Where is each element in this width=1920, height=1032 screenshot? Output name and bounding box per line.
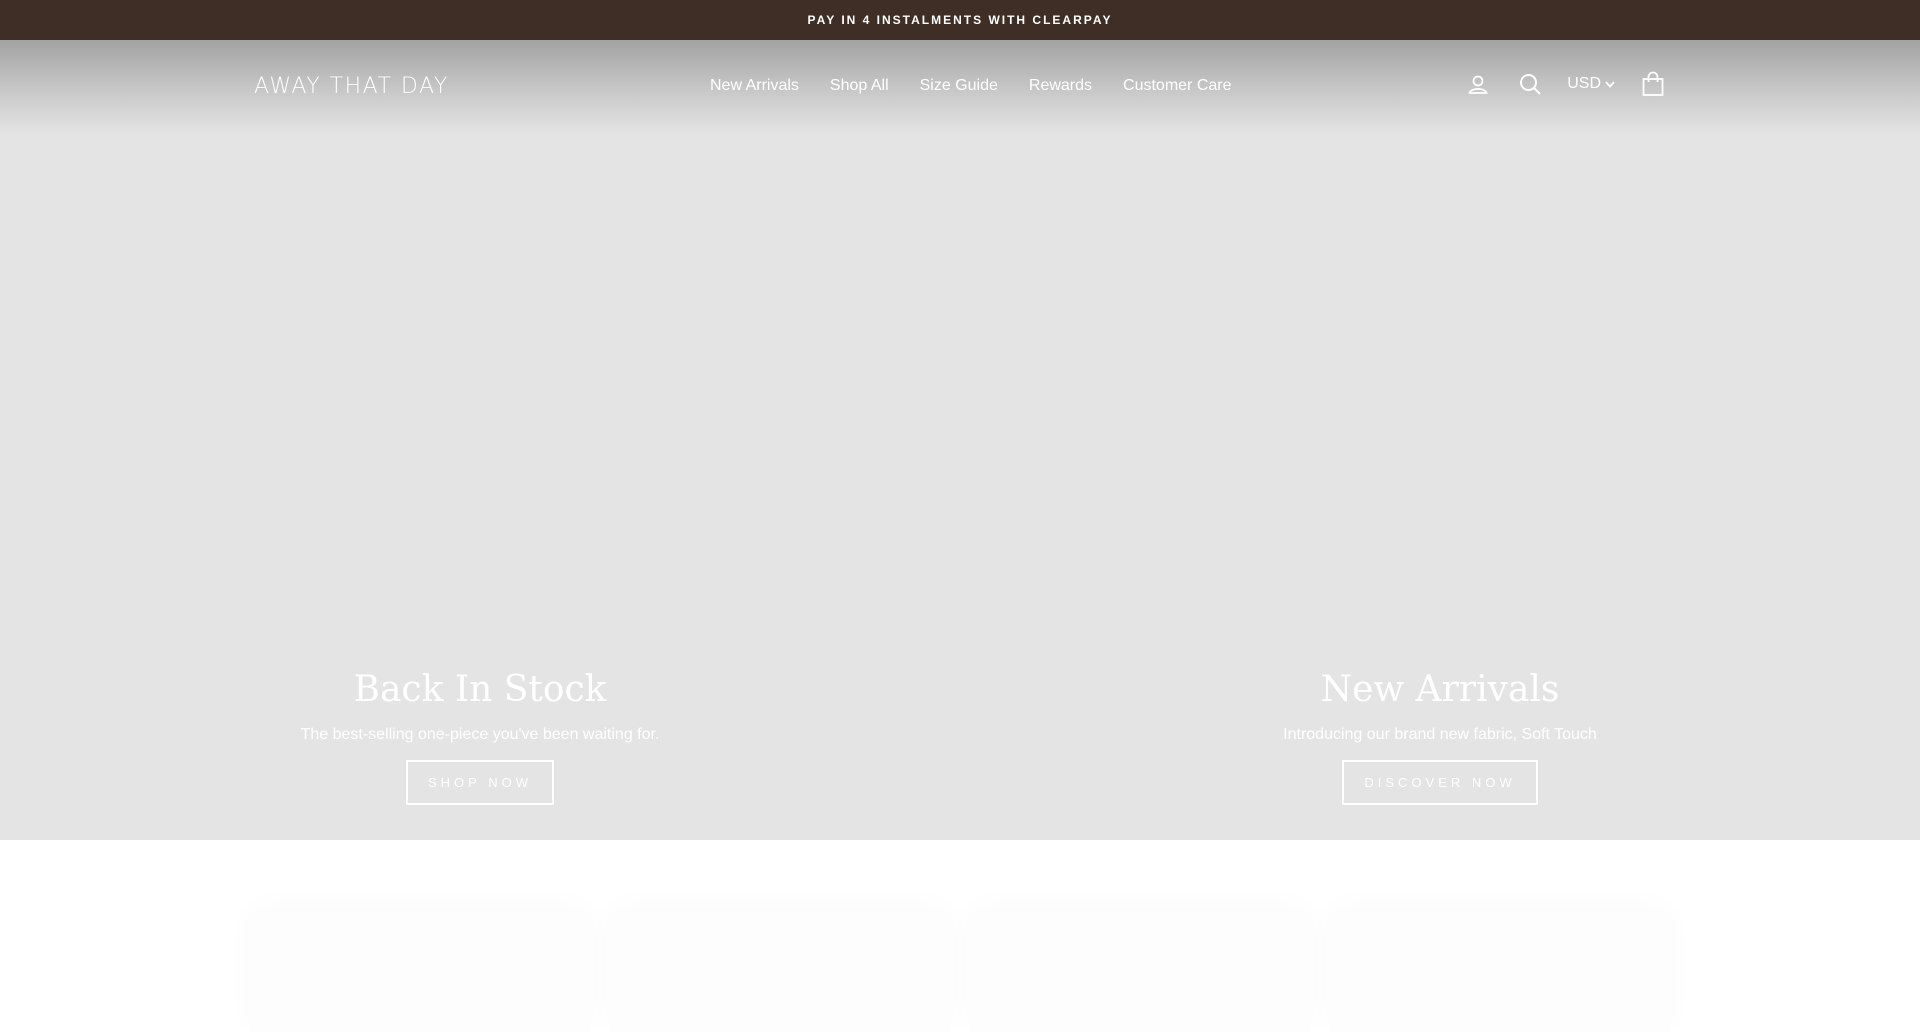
promo-new-arrivals: New Arrivals Introducing our brand new f… bbox=[1140, 668, 1740, 805]
currency-label: USD bbox=[1567, 75, 1601, 92]
product-card[interactable] bbox=[610, 912, 950, 1032]
user-icon[interactable] bbox=[1463, 69, 1493, 99]
main-nav: New Arrivals Shop All Size Guide Rewards… bbox=[710, 77, 1232, 95]
header-icons: USD bbox=[1463, 67, 1668, 101]
nav-rewards[interactable]: Rewards bbox=[1029, 77, 1092, 95]
product-card[interactable] bbox=[1330, 912, 1670, 1032]
site-logo[interactable]: AWAY THAT DAY bbox=[254, 74, 449, 99]
product-card[interactable] bbox=[970, 912, 1310, 1032]
promo-title: New Arrivals bbox=[1320, 669, 1560, 710]
nav-customer-care[interactable]: Customer Care bbox=[1123, 77, 1231, 95]
site-header: AWAY THAT DAY New Arrivals Shop All Size… bbox=[0, 40, 1920, 135]
promo-title: Back In Stock bbox=[353, 669, 607, 710]
promo-subtitle: The best-selling one-piece you've been w… bbox=[300, 726, 660, 743]
nav-new-arrivals[interactable]: New Arrivals bbox=[710, 77, 799, 95]
currency-selector[interactable]: USD bbox=[1567, 75, 1616, 93]
chevron-down-icon bbox=[1605, 81, 1615, 88]
product-card[interactable] bbox=[250, 912, 590, 1032]
shop-now-button[interactable]: SHOP NOW bbox=[406, 760, 554, 805]
nav-shop-all[interactable]: Shop All bbox=[830, 77, 889, 95]
product-grid bbox=[0, 840, 1920, 1032]
discover-now-button[interactable]: DISCOVER NOW bbox=[1342, 760, 1538, 805]
announcement-text: PAY IN 4 INSTALMENTS WITH CLEARPAY bbox=[807, 13, 1113, 27]
promo-back-in-stock: Back In Stock The best-selling one-piece… bbox=[180, 668, 780, 805]
nav-size-guide[interactable]: Size Guide bbox=[920, 77, 998, 95]
bag-icon[interactable] bbox=[1638, 69, 1668, 99]
search-icon[interactable] bbox=[1515, 69, 1545, 99]
announcement-bar: PAY IN 4 INSTALMENTS WITH CLEARPAY bbox=[0, 0, 1920, 40]
promo-subtitle: Introducing our brand new fabric, Soft T… bbox=[1283, 726, 1597, 743]
hero-banner: AWAY THAT DAY New Arrivals Shop All Size… bbox=[0, 40, 1920, 840]
